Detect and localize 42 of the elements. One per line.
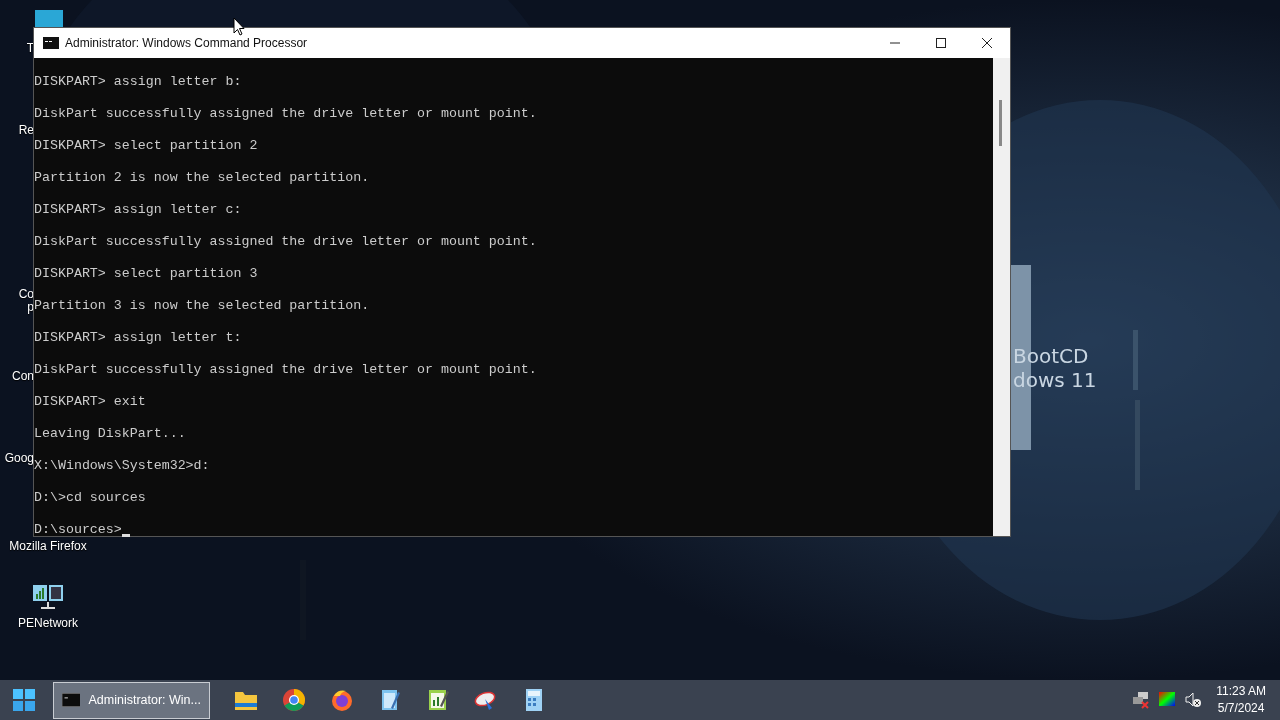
console-line: DISKPART> assign letter c: bbox=[34, 202, 242, 218]
taskbar-button[interactable]: Administrator: Win... bbox=[53, 681, 210, 719]
browser-icon[interactable] bbox=[282, 688, 306, 712]
console-line: D:\>cd sources bbox=[34, 490, 146, 506]
maximize-icon bbox=[935, 37, 947, 49]
scroll-thumb[interactable] bbox=[999, 100, 1002, 146]
console-line: DiskPart successfully assigned the drive letter or mount point. bbox=[34, 106, 537, 122]
start-icon[interactable] bbox=[13, 689, 35, 711]
window-title: Administrator: Windows Command Processor bbox=[65, 36, 309, 50]
speaker-muted-icon[interactable] bbox=[1184, 691, 1203, 709]
chart-document-icon[interactable] bbox=[426, 688, 450, 712]
console-line: DISKPART> select partition 3 bbox=[34, 266, 258, 282]
scrollbar[interactable] bbox=[993, 58, 1010, 536]
console-line: DISKPART> exit bbox=[34, 394, 146, 410]
clock[interactable]: 11:23 AM 5/7/2024 bbox=[1216, 683, 1266, 717]
console-line: DiskPart successfully assigned the drive letter or mount point. bbox=[34, 234, 537, 250]
console-icon bbox=[43, 37, 59, 49]
wallpaper-text: BootCD bbox=[1013, 344, 1089, 368]
close-icon bbox=[981, 37, 993, 49]
console-line: DISKPART> assign letter b: bbox=[34, 74, 242, 90]
desktop-icon-label[interactable]: Goog bbox=[4, 452, 34, 465]
console-line: Partition 3 is now the selected partition. bbox=[34, 298, 370, 314]
desktop-icon-label[interactable]: Con bbox=[12, 370, 34, 383]
console-icon bbox=[62, 692, 81, 708]
desktop-icon-label[interactable]: Re bbox=[18, 124, 34, 137]
color-icon[interactable] bbox=[1158, 691, 1177, 709]
network-icon[interactable] bbox=[33, 585, 65, 611]
console-line: DISKPART> assign letter t: bbox=[34, 330, 242, 346]
console-line: DiskPart successfully assigned the drive letter or mount point. bbox=[34, 362, 537, 378]
text-cursor bbox=[121, 534, 130, 537]
wallpaper-text: dows 11 bbox=[1013, 368, 1097, 392]
console-line: X:\Windows\System32>d: bbox=[34, 458, 210, 474]
desktop-icon-label[interactable]: Mozilla Firefox bbox=[9, 540, 87, 553]
network-error-icon[interactable] bbox=[1132, 691, 1151, 709]
console-line: DISKPART> select partition 2 bbox=[34, 138, 258, 154]
desktop-icon-label[interactable]: p bbox=[27, 301, 34, 314]
desktop-icon-label[interactable]: Co bbox=[18, 288, 34, 301]
fox-browser-icon[interactable] bbox=[330, 688, 354, 712]
console-line: Partition 2 is now the selected partition. bbox=[34, 170, 370, 186]
console-line: Leaving DiskPart... bbox=[34, 426, 186, 442]
console-line: D:\sources> bbox=[34, 522, 122, 538]
desktop-icon-label[interactable]: PENetwork bbox=[18, 617, 78, 630]
